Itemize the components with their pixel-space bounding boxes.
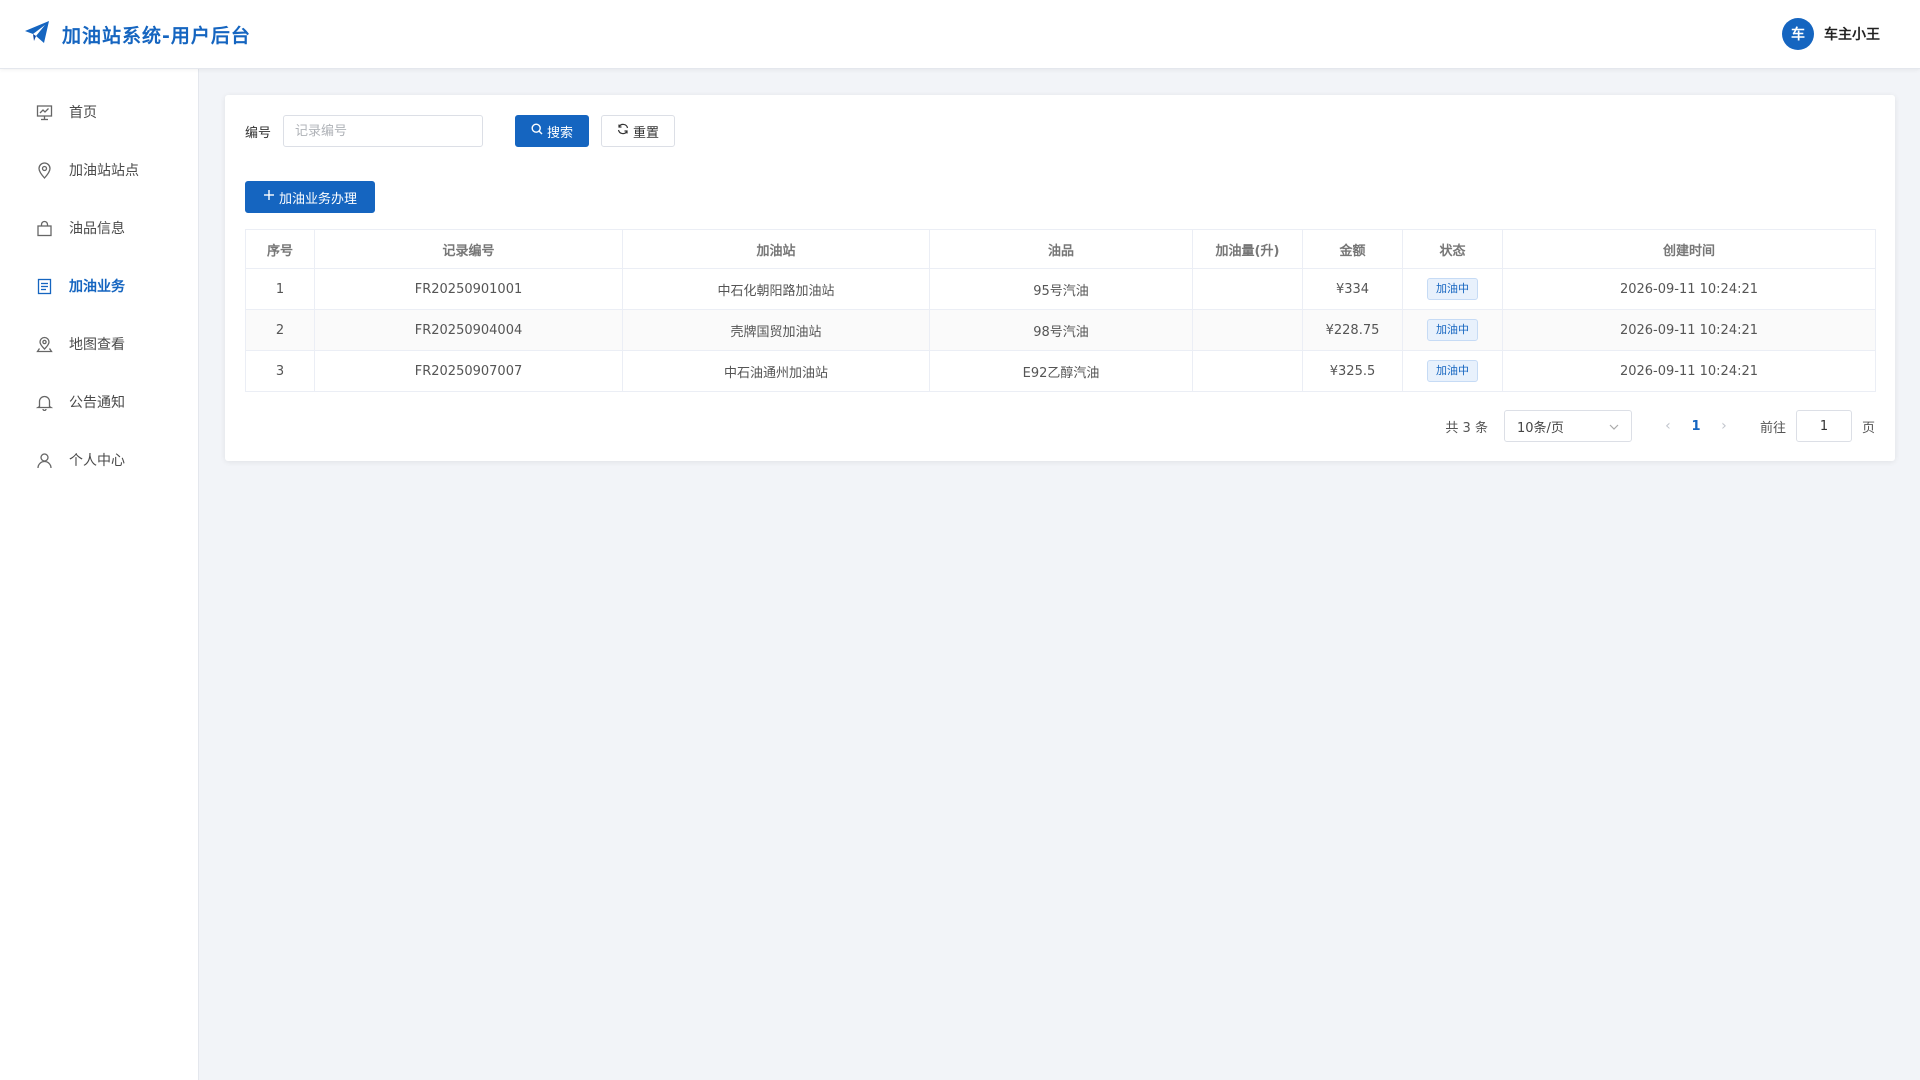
cell-fuel: 95号汽油 [929,268,1193,310]
user-menu[interactable]: 车 车主小王 [1782,18,1880,50]
status-badge: 加油中 [1427,360,1478,382]
search-bar: 编号 搜索 重置 [245,115,676,147]
cell-status: 加油中 [1402,268,1503,310]
add-button-label: 加油业务办理 [278,191,357,207]
top-header: 加油站系统-用户后台 车 车主小王 [0,0,1920,69]
page-number-current[interactable]: 1 [1680,419,1712,434]
sidebar-item-label: 油品信息 [69,221,125,237]
goto-label: 前往 [1759,420,1786,436]
reset-button-label: 重置 [633,125,660,141]
sidebar-item-home[interactable]: 首页 [0,83,198,141]
cell-amount: ¥325.5 [1302,350,1403,392]
cell-index: 3 [245,350,315,392]
sidebar-item-fuel-info[interactable]: 油品信息 [0,199,198,257]
chevron-down-icon [1609,419,1619,434]
cell-created-at: 2026-09-11 10:24:21 [1502,350,1876,392]
cell-index: 1 [245,268,315,310]
table-row[interactable]: 1 FR20250901001 中石化朝阳路加油站 95号汽油 ¥334 加油中… [245,268,1876,310]
content-card: 编号 搜索 重置 加油业务办理 序号 记录编号 [225,95,1895,461]
brand: 加油站系统-用户后台 [24,20,251,48]
cell-fuel: 98号汽油 [929,309,1193,351]
cell-amount: ¥334 [1302,268,1403,310]
goto-page-input[interactable] [1795,410,1852,442]
pagination-total: 共 3 条 [1445,420,1488,436]
column-header: 状态 [1402,229,1503,269]
add-refuel-button[interactable]: 加油业务办理 [245,181,375,213]
status-badge: 加油中 [1427,319,1478,341]
status-badge: 加油中 [1427,278,1478,300]
location-pin-icon [35,161,53,179]
sidebar-item-notices[interactable]: 公告通知 [0,373,198,431]
prev-page-chevron-left-icon[interactable]: ‹ [1656,418,1680,434]
cell-fuel: E92乙醇汽油 [929,350,1193,392]
column-header: 加油量(升) [1192,229,1303,269]
sidebar-item-label: 地图查看 [69,337,125,353]
page-size-select[interactable]: 10条/页 [1503,410,1632,442]
column-header: 金额 [1302,229,1403,269]
records-table: 序号 记录编号 加油站 油品 加油量(升) 金额 状态 创建时间 1 FR202… [245,229,1876,392]
cell-status: 加油中 [1402,309,1503,351]
cell-station: 壳牌国贸加油站 [622,309,930,351]
paper-plane-icon [24,20,50,48]
cell-amount: ¥228.75 [1302,309,1403,351]
sidebar-item-stations[interactable]: 加油站站点 [0,141,198,199]
sidebar-item-label: 公告通知 [69,395,125,411]
document-icon [35,277,53,295]
search-icon [531,123,543,139]
sidebar-item-label: 加油业务 [69,279,125,295]
sidebar-item-profile[interactable]: 个人中心 [0,431,198,489]
page-suffix: 页 [1861,420,1875,436]
map-marker-icon [35,335,53,353]
cell-station: 中石化朝阳路加油站 [622,268,930,310]
page-size-value: 10条/页 [1516,420,1564,436]
cell-status: 加油中 [1402,350,1503,392]
search-button-label: 搜索 [547,125,574,141]
sidebar-item-label: 个人中心 [69,453,125,469]
table-row[interactable]: 2 FR20250904004 壳牌国贸加油站 98号汽油 ¥228.75 加油… [245,309,1876,351]
shopping-bag-icon [35,219,53,237]
column-header: 油品 [929,229,1193,269]
reset-button[interactable]: 重置 [601,115,676,147]
column-header: 加油站 [622,229,930,269]
app-title: 加油站系统-用户后台 [62,24,251,47]
cell-record-no: FR20250901001 [314,268,623,310]
cell-volume [1192,350,1303,392]
column-header: 记录编号 [314,229,623,269]
cell-volume [1192,309,1303,351]
column-header: 创建时间 [1502,229,1876,269]
sidebar-item-label: 首页 [69,105,97,121]
cell-station: 中石油通州加油站 [622,350,930,392]
table-header-row: 序号 记录编号 加油站 油品 加油量(升) 金额 状态 创建时间 [245,229,1876,269]
username[interactable]: 车主小王 [1824,24,1880,44]
cell-created-at: 2026-09-11 10:24:21 [1502,309,1876,351]
record-number-input[interactable] [283,115,484,147]
sidebar-item-refuel-business[interactable]: 加油业务 [0,257,198,315]
cell-record-no: FR20250907007 [314,350,623,392]
plus-icon [263,189,275,205]
sidebar: 首页 加油站站点 油品信息 加油业务 地图查看 公告通知 个人中心 [0,69,199,1080]
column-header: 序号 [245,229,315,269]
cell-volume [1192,268,1303,310]
sidebar-item-map[interactable]: 地图查看 [0,315,198,373]
next-page-chevron-right-icon[interactable]: › [1712,418,1736,434]
pagination: 共 3 条 10条/页 ‹ 1 › 前往 页 [1445,410,1875,442]
cell-index: 2 [245,309,315,351]
refresh-icon [617,123,629,139]
dashboard-icon [35,103,53,121]
user-icon [35,451,53,469]
search-button[interactable]: 搜索 [515,115,590,147]
cell-record-no: FR20250904004 [314,309,623,351]
avatar[interactable]: 车 [1782,18,1814,50]
search-label: 编号 [245,125,272,141]
table-row[interactable]: 3 FR20250907007 中石油通州加油站 E92乙醇汽油 ¥325.5 … [245,350,1876,392]
cell-created-at: 2026-09-11 10:24:21 [1502,268,1876,310]
bell-icon [35,393,53,411]
sidebar-item-label: 加油站站点 [69,163,139,179]
